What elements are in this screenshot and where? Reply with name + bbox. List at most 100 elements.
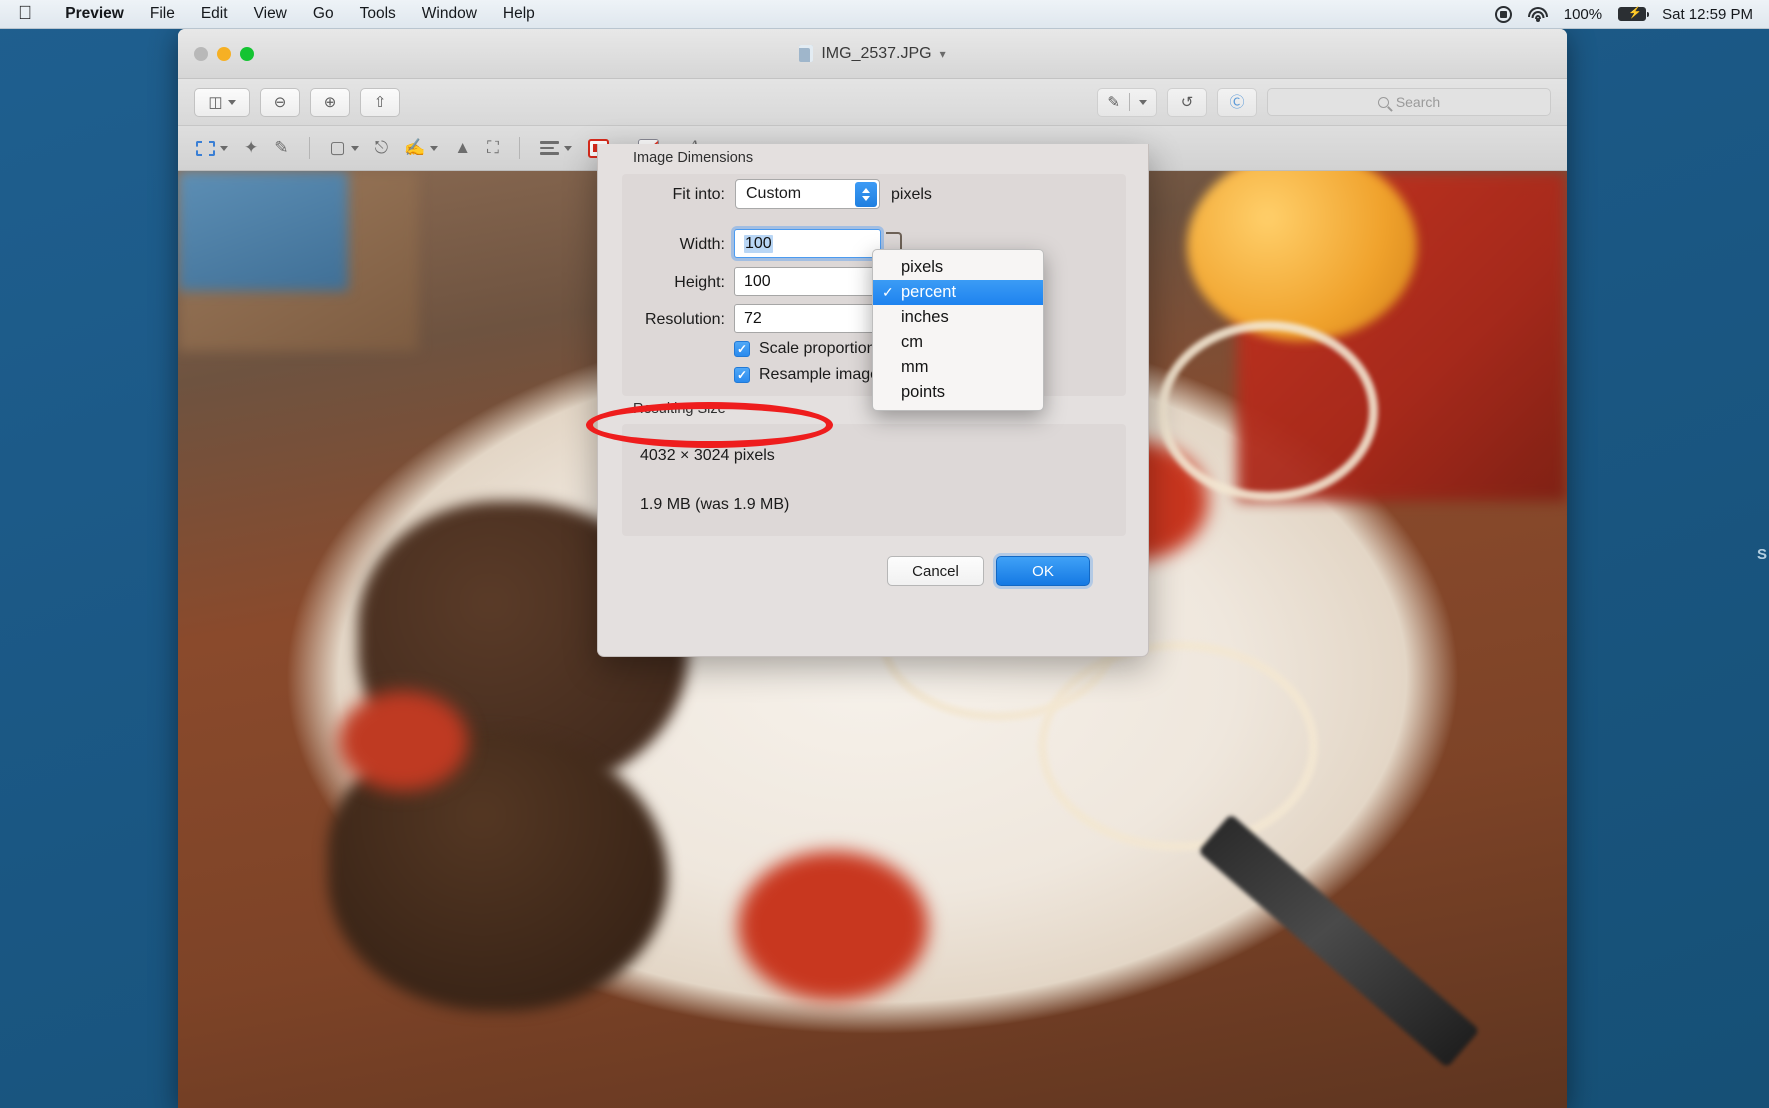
menubar-status-area: 100% ⚡ Sat 12:59 PM: [1494, 5, 1753, 23]
text-button[interactable]: ⎋: [375, 138, 388, 158]
shapes-button[interactable]: ▢: [330, 138, 359, 158]
menu-item-label: inches: [901, 308, 949, 326]
sidebar-button[interactable]: ◫: [194, 87, 250, 117]
menu-item-cm[interactable]: cm: [873, 330, 1043, 355]
document-icon: [799, 45, 814, 62]
screen-record-icon[interactable]: [1494, 5, 1512, 23]
menu-item-help[interactable]: Help: [490, 5, 548, 23]
unit-dropdown-menu[interactable]: pixels ✓ percent inches cm mm points: [872, 249, 1044, 411]
photo-tomato-3: [338, 691, 468, 791]
share-button[interactable]: ⇧: [360, 87, 400, 117]
adjust-color-icon: ▲: [454, 138, 472, 157]
main-toolbar: ◫ ⊖ ⊕ ⇧ ✎ ↺ Ⓒ Search: [178, 79, 1567, 126]
menu-item-inches[interactable]: inches: [873, 305, 1043, 330]
adjust-size-icon: ⛶: [487, 138, 499, 157]
resulting-size-group: [622, 424, 1126, 536]
photo-cloth-area: [178, 171, 348, 291]
photo-noodle-2: [1038, 641, 1318, 851]
menu-item-view[interactable]: View: [241, 5, 300, 23]
rectangular-selection-icon: [196, 140, 215, 156]
minimize-button[interactable]: [217, 46, 231, 61]
shapes-icon: ▢: [329, 138, 346, 157]
menu-item-points[interactable]: points: [873, 380, 1043, 405]
sketch-pen-icon: ✎: [274, 138, 289, 157]
adjust-color-button[interactable]: ▲: [454, 138, 471, 158]
resolution-input[interactable]: 72: [734, 304, 881, 333]
chevron-down-icon: [227, 99, 236, 105]
stepper-icon[interactable]: [855, 182, 877, 207]
resolution-label: Resolution:: [644, 311, 725, 328]
resample-image-checkbox-row[interactable]: ✓ Resample image: [734, 366, 879, 384]
search-placeholder: Search: [1395, 94, 1441, 110]
zoom-in-button[interactable]: ⊕: [310, 87, 350, 117]
signature-button[interactable]: ✍: [404, 138, 439, 158]
sketch-button[interactable]: ✎: [274, 138, 288, 158]
fit-into-select[interactable]: Custom: [735, 179, 880, 209]
fit-into-value: Custom: [746, 185, 802, 202]
chevron-down-icon: [350, 145, 359, 151]
chevron-down-icon[interactable]: ▾: [940, 47, 946, 61]
rotate-left-icon: ↺: [1180, 93, 1194, 111]
markup-button[interactable]: ✎: [1097, 87, 1157, 117]
chevron-down-icon: [1139, 99, 1147, 105]
resample-image-label: Resample image: [759, 366, 880, 383]
chevron-down-icon: [563, 145, 572, 151]
height-value: 100: [744, 272, 771, 290]
menu-item-tools[interactable]: Tools: [347, 5, 409, 23]
markup-pen-icon: ✎: [1107, 93, 1120, 111]
instant-alpha-wand-icon: ✦: [244, 138, 259, 157]
menu-item-preview[interactable]: Preview: [52, 5, 137, 23]
menu-item-mm[interactable]: mm: [873, 355, 1043, 380]
battery-percent-label: 100%: [1563, 5, 1603, 23]
menu-item-label: mm: [901, 358, 929, 376]
menu-item-go[interactable]: Go: [300, 5, 347, 23]
menu-item-label: pixels: [901, 258, 944, 276]
result-filesize-value: 1.9 MB (was 1.9 MB): [640, 496, 790, 513]
ok-button[interactable]: OK: [996, 556, 1090, 586]
cancel-button[interactable]: Cancel: [887, 556, 984, 586]
chevron-down-icon: [220, 145, 228, 151]
menu-item-pixels[interactable]: pixels: [873, 255, 1043, 280]
text-alignment-icon: [539, 141, 559, 155]
zoom-in-icon: ⊕: [323, 93, 337, 111]
checkbox-checked-icon[interactable]: ✓: [734, 341, 750, 357]
instant-alpha-button[interactable]: ✦: [244, 138, 258, 158]
rotate-button[interactable]: ↺: [1167, 87, 1207, 117]
selection-tool-button[interactable]: [196, 140, 228, 156]
apple-icon[interactable]: : [18, 4, 32, 23]
menu-item-label: points: [901, 383, 946, 401]
window-titlebar: IMG_2537.JPG ▾: [178, 29, 1567, 79]
document-title: IMG_2537.JPG: [821, 44, 932, 62]
menu-item-edit[interactable]: Edit: [188, 5, 241, 23]
height-input[interactable]: 100: [734, 267, 881, 296]
result-pixels-value: 4032 × 3024 pixels: [640, 447, 775, 464]
photo-tomato-1: [738, 851, 928, 1001]
height-label: Height:: [674, 274, 725, 291]
search-field[interactable]: Search: [1267, 88, 1551, 116]
wifi-icon[interactable]: [1527, 6, 1548, 22]
menu-item-percent[interactable]: ✓ percent: [873, 280, 1043, 305]
zoom-out-button[interactable]: ⊖: [260, 87, 300, 117]
menu-item-label: percent: [901, 283, 957, 301]
document-title-group: IMG_2537.JPG ▾: [178, 45, 1567, 63]
zoom-out-icon: ⊖: [273, 93, 287, 111]
menu-item-file[interactable]: File: [137, 5, 188, 23]
share-icon: ⇧: [373, 93, 387, 111]
fit-into-unit-label: pixels: [891, 186, 932, 203]
window-controls[interactable]: [194, 46, 254, 61]
photo-noodle-4: [1158, 321, 1378, 501]
checkbox-checked-icon[interactable]: ✓: [734, 367, 750, 383]
text-alignment-button[interactable]: [539, 141, 572, 155]
fit-into-label: Fit into:: [672, 186, 725, 203]
annotate-button[interactable]: Ⓒ: [1217, 87, 1257, 117]
adjust-size-button[interactable]: ⛶: [487, 138, 499, 158]
menu-item-window[interactable]: Window: [409, 5, 490, 23]
image-dimensions-section-label: Image Dimensions: [633, 150, 754, 166]
width-value: 100: [744, 234, 773, 253]
battery-charging-icon[interactable]: ⚡: [1618, 7, 1650, 21]
width-input[interactable]: 100: [734, 229, 881, 258]
close-button[interactable]: [194, 46, 208, 61]
checkmark-icon: ✓: [882, 284, 894, 300]
zoom-button[interactable]: [240, 46, 254, 61]
clock-label[interactable]: Sat 12:59 PM: [1662, 6, 1753, 23]
